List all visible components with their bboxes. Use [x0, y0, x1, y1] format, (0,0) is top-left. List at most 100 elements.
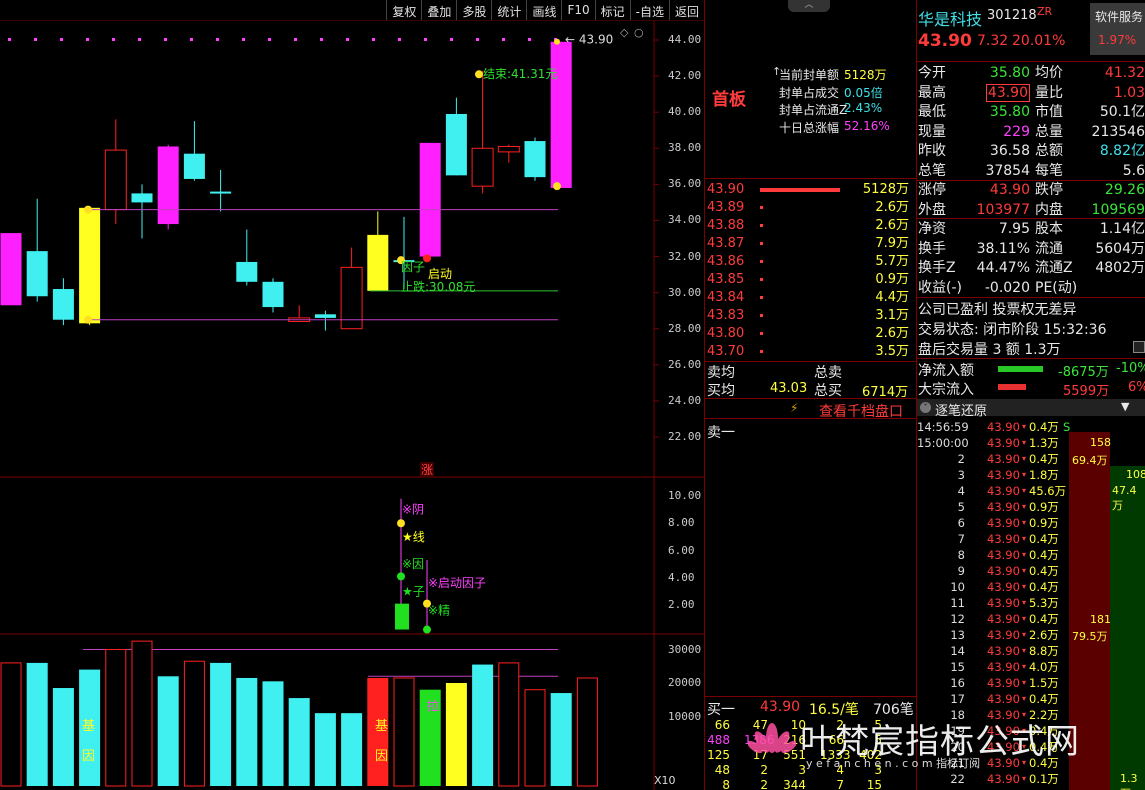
sell-price: 43.85 [707, 272, 745, 287]
tick-volume: 0.4万 [1029, 420, 1059, 434]
quote-label: 总量 [1035, 123, 1063, 140]
sell-price: 43.88 [707, 218, 745, 233]
queue-cell: 8 [722, 778, 730, 790]
tick-time: 9 [957, 564, 965, 578]
volume-bar [445, 683, 467, 786]
volume-dot [760, 206, 763, 209]
stock-code: 301218 [987, 8, 1037, 23]
quote-label: 股本 [1035, 221, 1063, 237]
toolbar-item-7[interactable]: -自选 [629, 0, 669, 20]
kline-chart-area[interactable]: 结束:41.31元启动因子止跌:30.08元← 43.90涨◇ ○※阴★线※因★子… [0, 21, 704, 790]
tick-price: 43.90 [987, 692, 1020, 706]
tick-price: 43.90 [987, 628, 1020, 642]
big-order-4: 1.3万 [1120, 772, 1138, 790]
sell-level-row[interactable]: 43.83 3.1万 [705, 307, 915, 325]
expand-icon[interactable] [1133, 341, 1145, 353]
price-tick: 42.00 [668, 69, 702, 83]
factor-annotation: 因子 [401, 260, 425, 274]
quote-value: 35.80 [989, 104, 1030, 120]
candle [26, 198, 48, 302]
queue-cell: 3 [798, 763, 806, 777]
tick-dir-icon: ▾ [1022, 534, 1027, 543]
signal-bar [395, 603, 409, 630]
tick-price: 43.90 [987, 468, 1020, 482]
scroll-up-button[interactable]: ︿ [788, 0, 830, 12]
price-tick: 34.00 [668, 213, 702, 227]
toolbar-item-4[interactable]: 画线 [526, 0, 561, 20]
quote-label: 每笔 [1035, 162, 1063, 179]
sell-level-row[interactable]: 43.88 2.6万 [705, 217, 915, 235]
diamond-icon[interactable]: ◇ [620, 26, 629, 39]
queue-cell: 48 [714, 763, 730, 777]
sell-level-row[interactable]: 43.70 3.5万 [705, 343, 915, 361]
volume-bar [341, 713, 363, 786]
toolbar-item-6[interactable]: 标记 [594, 0, 630, 20]
tick-time: 8 [957, 548, 965, 562]
quote-row: 换手Z 44.47% 流通Z 4802万 [918, 259, 1145, 278]
tick-time: 4 [957, 484, 965, 498]
toolbar-item-1[interactable]: 叠加 [421, 0, 456, 20]
sell-level-row[interactable]: 43.85 0.9万 [705, 271, 915, 289]
sell-level-row[interactable]: 43.87 7.9万 [705, 235, 915, 253]
price-tick: 44.00 [668, 33, 702, 46]
tick-volume: 1.5万 [1029, 676, 1059, 690]
net-inflow-bar [998, 366, 1043, 372]
after-hours-volume: 盘后交易量 3 额 1.3万 [918, 342, 1061, 358]
candle [471, 70, 494, 194]
sell-volume: 5.7万 [875, 254, 909, 269]
candle [52, 278, 74, 326]
tick-volume: 5.3万 [1029, 596, 1059, 610]
tick-price: 43.90 [987, 436, 1020, 450]
sector-box[interactable]: 软件服务 1.97% [1090, 3, 1145, 55]
scale-x10: X10 [654, 774, 676, 787]
volume-bar [288, 698, 310, 786]
tick-dir-icon: ▾ [1022, 486, 1027, 495]
toolbar-item-2[interactable]: 多股 [456, 0, 491, 20]
candle [236, 229, 258, 286]
chart-toolbar: 复权 叠加 多股 统计 画线 F10 标记 -自选 返回 [0, 0, 704, 21]
collapse-icon[interactable]: ˅ [920, 402, 931, 413]
filter-icon[interactable]: ▼ [1121, 400, 1129, 413]
price-tick: 36.00 [668, 177, 702, 191]
toolbar-item-3[interactable]: 统计 [491, 0, 526, 20]
tick-price: 43.90 [987, 420, 1020, 434]
circle-icon[interactable]: ○ [634, 26, 644, 39]
toolbar-item-5[interactable]: F10 [561, 0, 594, 20]
quote-label: 外盘 [918, 201, 946, 218]
quote-label: 净资 [918, 221, 946, 237]
quote-value: 1.03 [1113, 84, 1145, 101]
last-price: 43.90 [918, 31, 972, 51]
quote-row: 最低 35.80 市值 50.1亿 [918, 103, 1145, 122]
toolbar-item-8[interactable]: 返回 [668, 0, 704, 20]
toolbar-item-0[interactable]: 复权 [386, 0, 421, 20]
quote-row: 今开 35.80 均价 41.32 [918, 64, 1145, 83]
tick-panel-title[interactable]: 逐笔还原 [935, 400, 987, 419]
tick-dir-icon: ▾ [1022, 454, 1027, 463]
gene-label: 因 [82, 749, 95, 764]
price-tick: 26.00 [668, 357, 702, 371]
sell-level-row[interactable]: 43.89 2.6万 [705, 199, 915, 217]
queue-cell: 2 [760, 778, 768, 790]
tick-time: 15:00:00 [917, 436, 969, 450]
quote-row: 昨收 36.58 总额 8.82亿 [918, 142, 1145, 161]
candle [157, 144, 179, 230]
trade-status: 交易状态: 闭市阶段 15:32:36 [918, 322, 1107, 338]
seal-label: 封单占流通Z [779, 103, 848, 117]
sell-level-row[interactable]: 43.80 2.6万 [705, 325, 915, 343]
volume-bar [183, 660, 205, 787]
buy-one-label: 买一 [707, 702, 735, 718]
quote-value: 43.90 [985, 83, 1030, 102]
tick-volume: 0.4万 [1029, 548, 1059, 562]
tick-dir-icon: ▾ [1022, 566, 1027, 575]
sell-level-row[interactable]: 43.86 5.7万 [705, 253, 915, 271]
volume-dot [760, 332, 763, 335]
tick-dir-icon: ▾ [1022, 550, 1027, 559]
sell-level-row[interactable]: 43.84 4.4万 [705, 289, 915, 307]
price-tick: 40.00 [668, 105, 702, 119]
dot-marker [450, 38, 453, 41]
stock-name[interactable]: 华是科技 [918, 6, 982, 30]
tick-volume: 4.0万 [1029, 660, 1059, 674]
sell-level-row[interactable]: 43.90 5128万 [705, 181, 915, 199]
sell-volume: 7.9万 [875, 236, 909, 251]
quote-value: 5604万 [1095, 240, 1145, 257]
